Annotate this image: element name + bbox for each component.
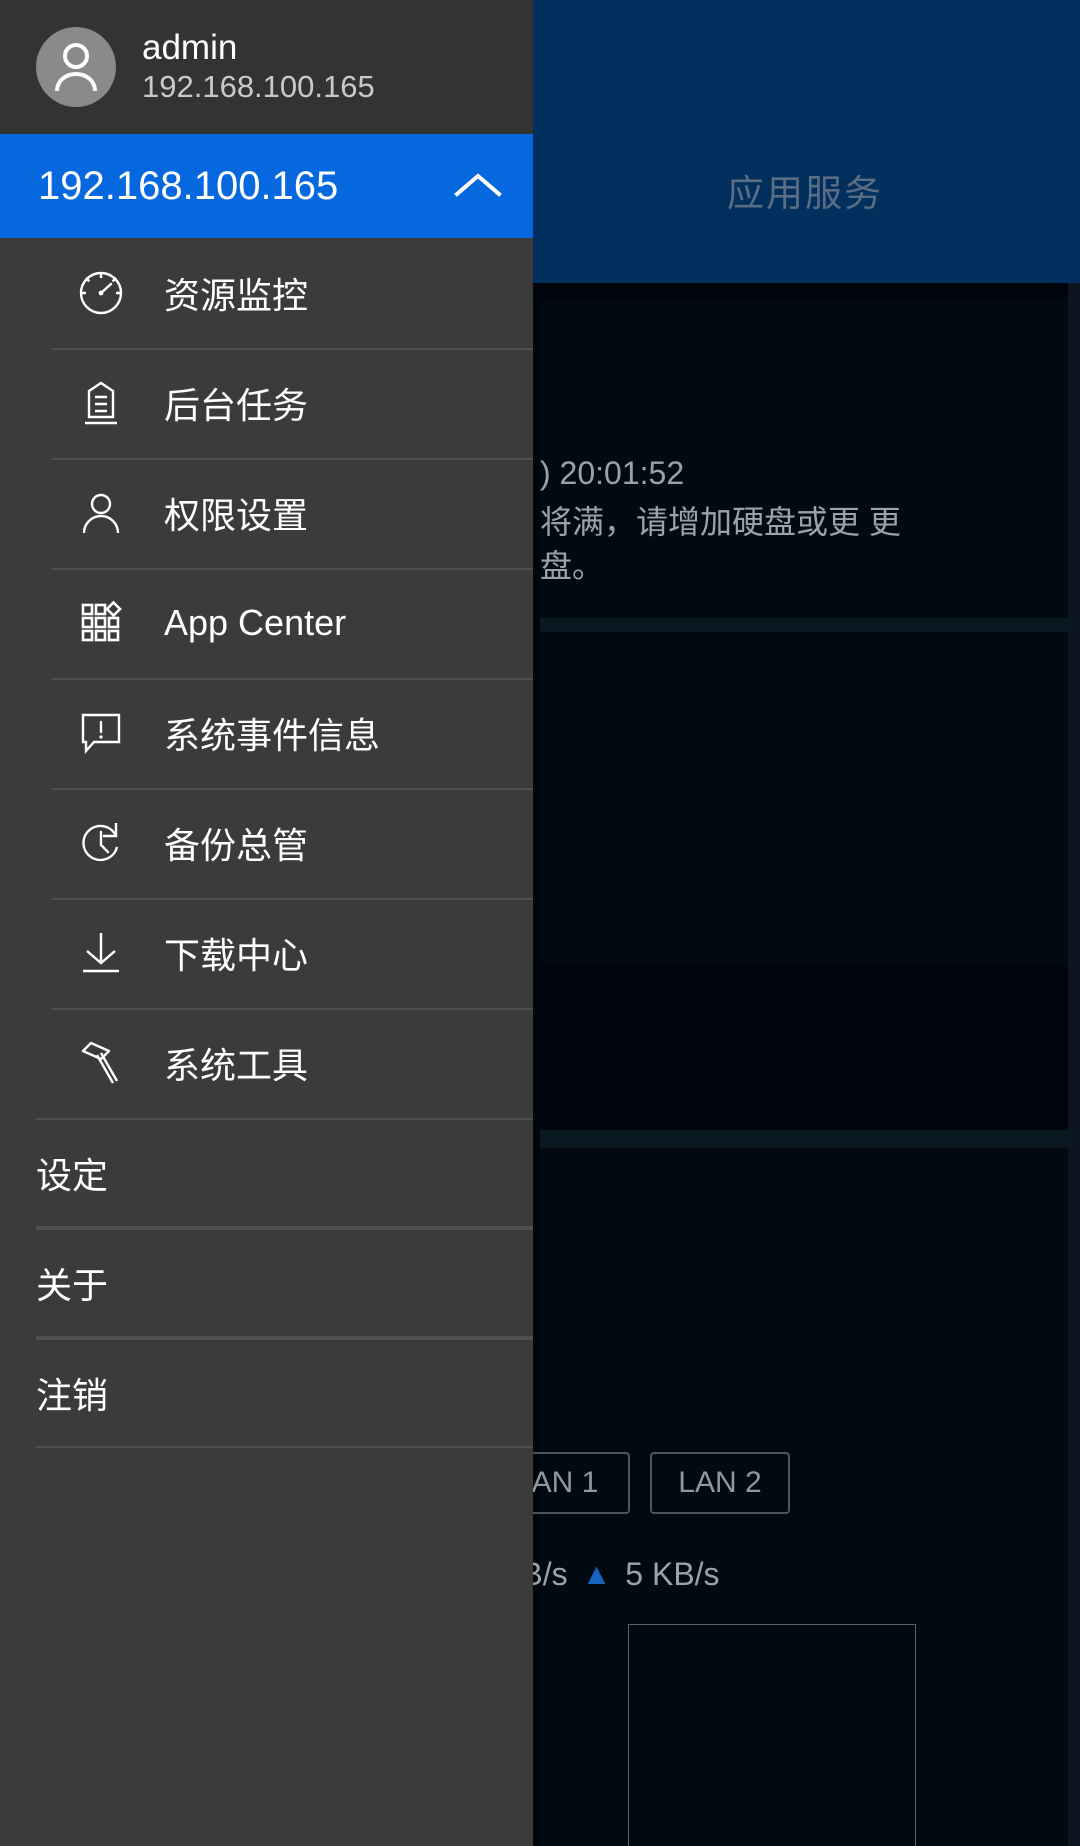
- user-avatar-icon: [36, 27, 116, 107]
- menu-item-system-tools[interactable]: 系统工具: [0, 1008, 533, 1118]
- tab-app-services[interactable]: 应用服务: [530, 163, 1080, 217]
- menu-item-logout[interactable]: 注销: [0, 1338, 533, 1448]
- account-header[interactable]: admin 192.168.100.165: [0, 0, 533, 134]
- menu-item-label: 注销: [36, 1375, 109, 1416]
- menu-list: 资源监控 后台任务 权限设置 App Center 系统事件信息 备份总管 下载…: [0, 238, 533, 1118]
- drawer-empty-space: [0, 1448, 533, 1846]
- hammer-icon: [52, 1037, 150, 1089]
- network-chart-box: [628, 1624, 916, 1846]
- menu-item-label: 系统工具: [164, 1045, 309, 1086]
- menu-item-background-tasks[interactable]: 后台任务: [0, 348, 533, 458]
- app-grid-icon: [52, 597, 150, 649]
- chevron-up-icon[interactable]: [451, 159, 505, 213]
- menu-item-label: 关于: [36, 1265, 109, 1306]
- menu-item-label: 设定: [36, 1155, 109, 1196]
- menu-item-privilege-settings[interactable]: 权限设置: [0, 458, 533, 568]
- menu-item-label: 备份总管: [164, 825, 309, 866]
- menu-item-label: 权限设置: [164, 495, 309, 536]
- card-separator: [540, 1130, 1080, 1148]
- account-name: admin: [142, 28, 238, 67]
- user-icon: [52, 487, 150, 539]
- notice-timestamp: ) 20:01:52: [540, 455, 685, 491]
- right-edge-strip: [1068, 283, 1080, 1846]
- host-selector-label: 192.168.100.165: [38, 163, 339, 208]
- backup-clock-icon: [52, 817, 150, 869]
- menu-item-label: App Center: [164, 602, 347, 643]
- menu-item-app-center[interactable]: App Center: [0, 568, 533, 678]
- secondary-card: [540, 632, 1080, 964]
- menu-item-label: 下载中心: [164, 935, 309, 976]
- account-text: admin 192.168.100.165: [142, 28, 375, 106]
- card-separator: [540, 618, 1080, 632]
- menu-item-about[interactable]: 关于: [0, 1228, 533, 1338]
- download-icon: [52, 927, 150, 979]
- menu-item-download-station[interactable]: 下载中心: [0, 898, 533, 1008]
- account-ip: 192.168.100.165: [142, 69, 375, 104]
- menu-item-label: 资源监控: [164, 275, 309, 316]
- alert-bubble-icon: [52, 707, 150, 759]
- menu-item-resource-monitor[interactable]: 资源监控: [0, 238, 533, 348]
- host-selector[interactable]: 192.168.100.165: [0, 134, 533, 238]
- gauge-icon: [52, 267, 150, 319]
- drawer-bottom-list: 设定 关于 注销: [0, 1118, 533, 1448]
- menu-item-backup-manager[interactable]: 备份总管: [0, 788, 533, 898]
- menu-item-system-event-logs[interactable]: 系统事件信息: [0, 678, 533, 788]
- task-list-icon: [52, 377, 150, 429]
- menu-item-label: 系统事件信息: [164, 715, 381, 756]
- network-speed-row: KB/s ▲ 5 KB/s: [500, 1556, 1060, 1593]
- upload-arrow-icon: ▲: [581, 1557, 612, 1591]
- upload-speed-value: 5 KB/s: [625, 1556, 720, 1592]
- menu-item-label: 后台任务: [164, 385, 309, 426]
- menu-item-settings[interactable]: 设定: [0, 1118, 533, 1228]
- lan-tab-2[interactable]: LAN 2: [650, 1452, 790, 1514]
- notice-message: 将满，请增加硬盘或更 更盘。: [540, 504, 901, 584]
- navigation-drawer: admin 192.168.100.165 192.168.100.165 资源…: [0, 0, 533, 1846]
